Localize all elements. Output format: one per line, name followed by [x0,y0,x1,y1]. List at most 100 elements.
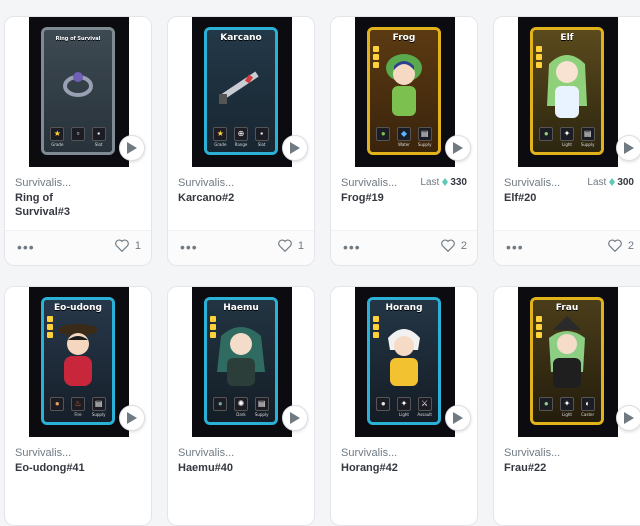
card-frame: Karcano ★ Grade ⊕ Range ▪ Slot [204,27,278,155]
favorite-button[interactable]: 1 [115,239,141,253]
favorite-button[interactable]: 2 [608,239,634,253]
frame-title: Haemu [223,303,259,313]
collection-name[interactable]: Survivalis... [504,447,564,459]
play-icon [127,412,137,424]
like-count: 1 [134,240,141,252]
favorite-button[interactable]: 1 [278,239,304,253]
collection-name[interactable]: Survivalis... [341,447,401,459]
play-button[interactable] [282,135,308,161]
frame-title: Elf [560,33,574,43]
stat-bar: ● ✺ Dark ▤ Supply [210,397,272,419]
card-media[interactable]: Horang ● ✦ Light ⚔ Assault [331,287,477,437]
collection-name[interactable]: Survivalis... [15,177,75,189]
stat-bar: ★ Grade ▫ ▪ Slot [47,127,109,149]
nft-image: Haemu ● ✺ Dark ▤ Supply [192,287,292,437]
card-frame: Haemu ● ✺ Dark ▤ Supply [204,297,278,425]
nft-card-haemu[interactable]: Haemu ● ✺ Dark ▤ Supply Survivalis... Haem… [167,286,315,526]
eth-icon [442,178,449,186]
nft-image: Eo-udong ● ♨ Fire ▤ Supply [29,287,129,437]
character-art [44,316,112,396]
nft-image: Elf ● ✦ Light ▤ Supply [518,17,618,167]
play-button[interactable] [616,135,640,161]
character-art [370,316,438,396]
nft-image: Karcano ★ Grade ⊕ Range ▪ Slot [192,17,292,167]
last-sale: Last 330 [420,177,467,188]
play-icon [127,142,137,154]
card-frame: Ring of Survival ★ Grade ▫ ▪ Slot [41,27,115,155]
nft-card-karcano[interactable]: Karcano ★ Grade ⊕ Range ▪ Slot Survivalis..… [167,16,315,266]
nft-card-elf[interactable]: Elf ● ✦ Light ▤ Supply Survivalis... Last 3… [493,16,640,266]
play-button[interactable] [119,135,145,161]
nft-name[interactable]: Haemu#40 [178,461,258,475]
card-frame: Eo-udong ● ♨ Fire ▤ Supply [41,297,115,425]
collection-name[interactable]: Survivalis... [15,447,75,459]
nft-grid: Ring of Survival ★ Grade ▫ ▪ Slot Survival… [0,0,640,526]
card-footer: ••• 1 [168,230,314,265]
card-footer: ••• 2 [331,230,477,265]
nft-name[interactable]: Frog#19 [341,191,421,205]
play-button[interactable] [282,405,308,431]
collection-name[interactable]: Survivalis... [504,177,564,189]
card-frame: Frau ● ✦ Light ◐ Caster [530,297,604,425]
nft-name[interactable]: Eo-udong#41 [15,461,95,475]
nft-name[interactable]: Karcano#2 [178,191,258,205]
frame-title: Ring of Survival [55,36,101,42]
nft-name[interactable]: Elf#20 [504,191,584,205]
favorite-button[interactable]: 2 [441,239,467,253]
card-footer: ••• 2 [494,230,640,265]
nft-image: Horang ● ✦ Light ⚔ Assault [355,287,455,437]
character-art [533,46,601,126]
heart-icon [608,239,622,253]
nft-card-horang[interactable]: Horang ● ✦ Light ⚔ Assault Survivalis... H… [330,286,478,526]
nft-name[interactable]: Ring of Survival#3 [15,191,95,219]
card-media[interactable]: Eo-udong ● ♨ Fire ▤ Supply [5,287,151,437]
nft-card-frau[interactable]: Frau ● ✦ Light ◐ Caster Survivalis... Frau… [493,286,640,526]
more-icon[interactable]: ••• [180,240,198,254]
like-count: 2 [627,240,634,252]
more-icon[interactable]: ••• [343,240,361,254]
nft-name[interactable]: Frau#22 [504,461,584,475]
play-icon [624,142,634,154]
frame-title: Frau [555,303,579,313]
nft-card-frog[interactable]: Frog ● ◆ Water ▤ Supply Survivalis... Last… [330,16,478,266]
stat-bar: ● ✦ Light ▤ Supply [536,127,598,149]
heart-icon [115,239,129,253]
card-media[interactable]: Elf ● ✦ Light ▤ Supply [494,17,640,167]
nft-card-ring-of-survival[interactable]: Ring of Survival ★ Grade ▫ ▪ Slot Survival… [4,16,152,266]
nft-name[interactable]: Horang#42 [341,461,421,475]
play-button[interactable] [445,135,471,161]
frame-title: Eo-udong [54,303,102,313]
collection-name[interactable]: Survivalis... [178,177,238,189]
eth-icon [609,178,616,186]
collection-name[interactable]: Survivalis... [178,447,238,459]
frame-title: Karcano [220,33,262,43]
play-button[interactable] [616,405,640,431]
play-icon [453,142,463,154]
nft-image: Ring of Survival ★ Grade ▫ ▪ Slot [29,17,129,167]
card-media[interactable]: Frog ● ◆ Water ▤ Supply [331,17,477,167]
card-media[interactable]: Ring of Survival ★ Grade ▫ ▪ Slot [5,17,151,167]
frame-title: Frog [392,33,416,43]
play-button[interactable] [445,405,471,431]
card-media[interactable]: Frau ● ✦ Light ◐ Caster [494,287,640,437]
heart-icon [441,239,455,253]
more-icon[interactable]: ••• [17,240,35,254]
card-media[interactable]: Karcano ★ Grade ⊕ Range ▪ Slot [168,17,314,167]
more-icon[interactable]: ••• [506,240,524,254]
card-frame: Frog ● ◆ Water ▤ Supply [367,27,441,155]
card-media[interactable]: Haemu ● ✺ Dark ▤ Supply [168,287,314,437]
weapon-art [207,46,275,126]
play-button[interactable] [119,405,145,431]
nft-image: Frau ● ✦ Light ◐ Caster [518,287,618,437]
nft-card-eo-udong[interactable]: Eo-udong ● ♨ Fire ▤ Supply Survivalis... E… [4,286,152,526]
stat-bar: ● ✦ Light ⚔ Assault [373,397,435,419]
collection-name[interactable]: Survivalis... [341,177,401,189]
play-icon [624,412,634,424]
stat-bar: ● ♨ Fire ▤ Supply [47,397,109,419]
last-sale: Last 300 [587,177,634,188]
like-count: 2 [460,240,467,252]
heart-icon [278,239,292,253]
play-icon [290,142,300,154]
stat-bar: ● ◆ Water ▤ Supply [373,127,435,149]
like-count: 1 [297,240,304,252]
